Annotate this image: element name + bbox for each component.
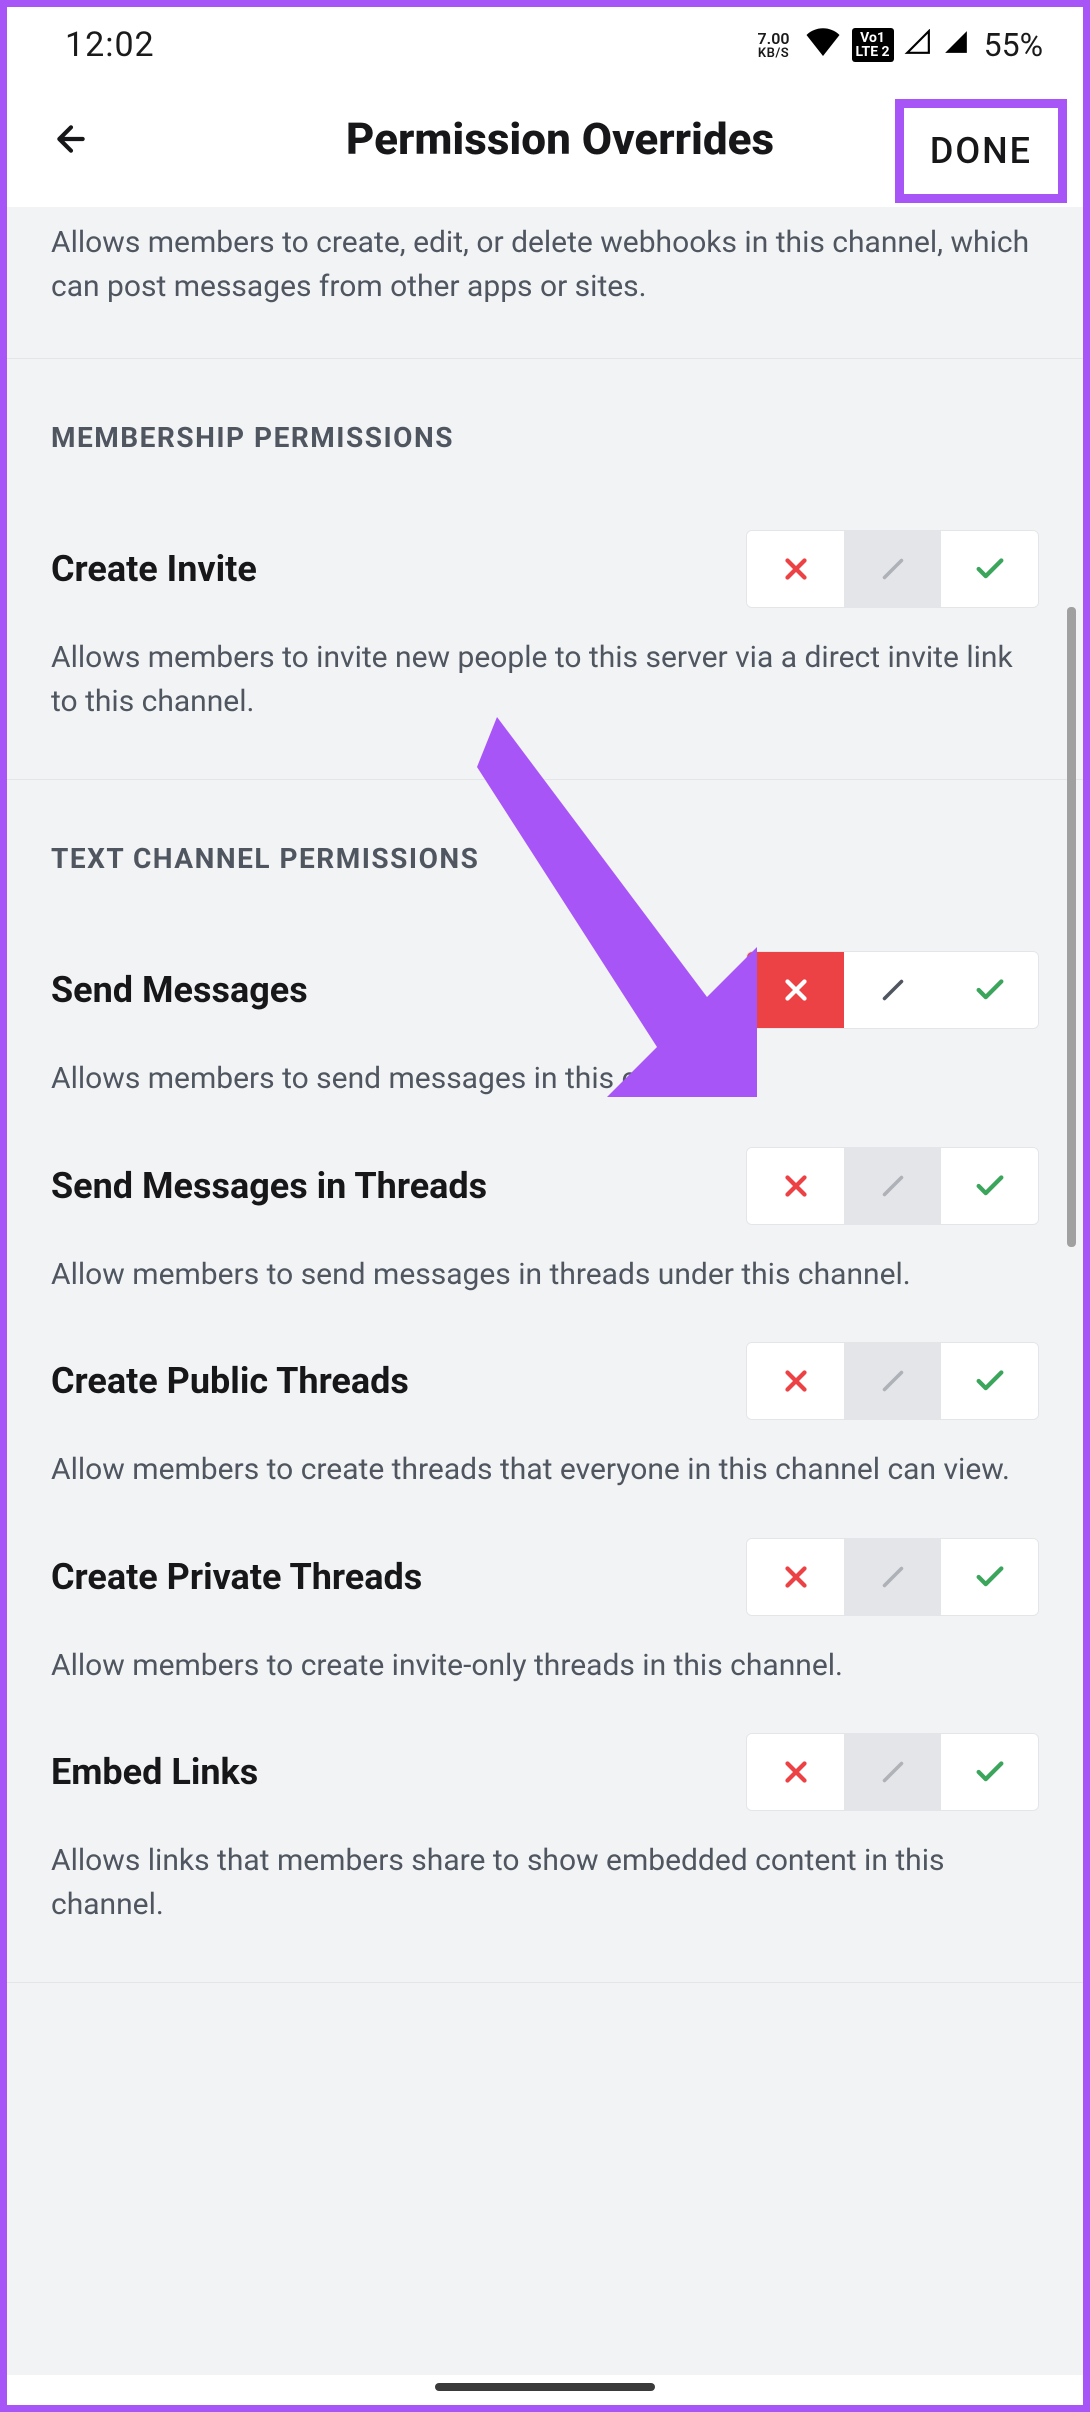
perm-create-invite: Create Invite Allows members to invite n… [7, 484, 1083, 723]
deny-button[interactable] [747, 952, 844, 1028]
perm-send-messages: Send Messages Allows members to send mes… [7, 905, 1083, 1101]
wifi-icon [804, 26, 842, 64]
perm-send-messages-threads: Send Messages in Threads Allow members t… [7, 1101, 1083, 1297]
perm-description: Allow members to create threads that eve… [51, 1448, 1039, 1492]
perm-title: Send Messages [51, 969, 308, 1011]
perm-description: Allows members to invite new people to t… [51, 636, 1039, 723]
status-time: 12:02 [65, 25, 155, 65]
allow-button[interactable] [941, 1148, 1038, 1224]
perm-create-public-threads: Create Public Threads Allow members to c… [7, 1296, 1083, 1492]
perm-toggle-create-private-threads [746, 1538, 1039, 1616]
content-scroll[interactable]: Allows members to create, edit, or delet… [7, 207, 1083, 2375]
lte-badge: Vo1 LTE 2 [852, 28, 894, 62]
perm-title: Send Messages in Threads [51, 1165, 487, 1207]
signal-icon-1 [904, 28, 932, 63]
perm-description: Allow members to send messages in thread… [51, 1253, 1039, 1297]
signal-icon-2 [942, 28, 970, 63]
allow-button[interactable] [941, 1539, 1038, 1615]
deny-button[interactable] [747, 1343, 844, 1419]
perm-title: Create Public Threads [51, 1360, 409, 1402]
perm-toggle-create-public-threads [746, 1342, 1039, 1420]
neutral-button[interactable] [844, 1343, 941, 1419]
deny-button[interactable] [747, 1148, 844, 1224]
battery-percent: 55% [984, 26, 1043, 64]
scroll-indicator[interactable] [1067, 607, 1076, 1247]
perm-title: Create Invite [51, 548, 257, 590]
allow-button[interactable] [941, 1734, 1038, 1810]
allow-button[interactable] [941, 531, 1038, 607]
neutral-button[interactable] [844, 531, 941, 607]
neutral-button[interactable] [844, 1734, 941, 1810]
perm-description: Allow members to create invite-only thre… [51, 1644, 1039, 1688]
membership-section-header: MEMBERSHIP PERMISSIONS [7, 359, 1083, 484]
done-button[interactable]: DONE [895, 99, 1067, 203]
perm-description: Allows members to send messages in this … [51, 1057, 1039, 1101]
perm-embed-links: Embed Links Allows links that members sh… [7, 1687, 1083, 1926]
neutral-button[interactable] [844, 952, 941, 1028]
deny-button[interactable] [747, 531, 844, 607]
perm-title: Embed Links [51, 1751, 258, 1793]
allow-button[interactable] [941, 1343, 1038, 1419]
deny-button[interactable] [747, 1734, 844, 1810]
perm-toggle-send-messages [746, 951, 1039, 1029]
deny-button[interactable] [747, 1539, 844, 1615]
neutral-button[interactable] [844, 1539, 941, 1615]
perm-description: Allows links that members share to show … [51, 1839, 1039, 1926]
perm-toggle-create-invite [746, 530, 1039, 608]
app-header: Permission Overrides DONE [7, 83, 1083, 207]
text-channel-section-header: TEXT CHANNEL PERMISSIONS [7, 780, 1083, 905]
perm-title: Create Private Threads [51, 1556, 422, 1598]
status-indicators: 7.00 KB/S Vo1 LTE 2 55% [758, 26, 1043, 64]
status-bar: 12:02 7.00 KB/S Vo1 LTE 2 55% [7, 7, 1083, 83]
perm-create-private-threads: Create Private Threads Allow members to … [7, 1492, 1083, 1688]
perm-toggle-embed-links [746, 1733, 1039, 1811]
neutral-button[interactable] [844, 1148, 941, 1224]
data-rate-indicator: 7.00 KB/S [758, 31, 790, 60]
webhook-description: Allows members to create, edit, or delet… [7, 207, 1083, 359]
perm-toggle-send-messages-threads [746, 1147, 1039, 1225]
nav-handle[interactable] [435, 2383, 655, 2391]
allow-button[interactable] [941, 952, 1038, 1028]
